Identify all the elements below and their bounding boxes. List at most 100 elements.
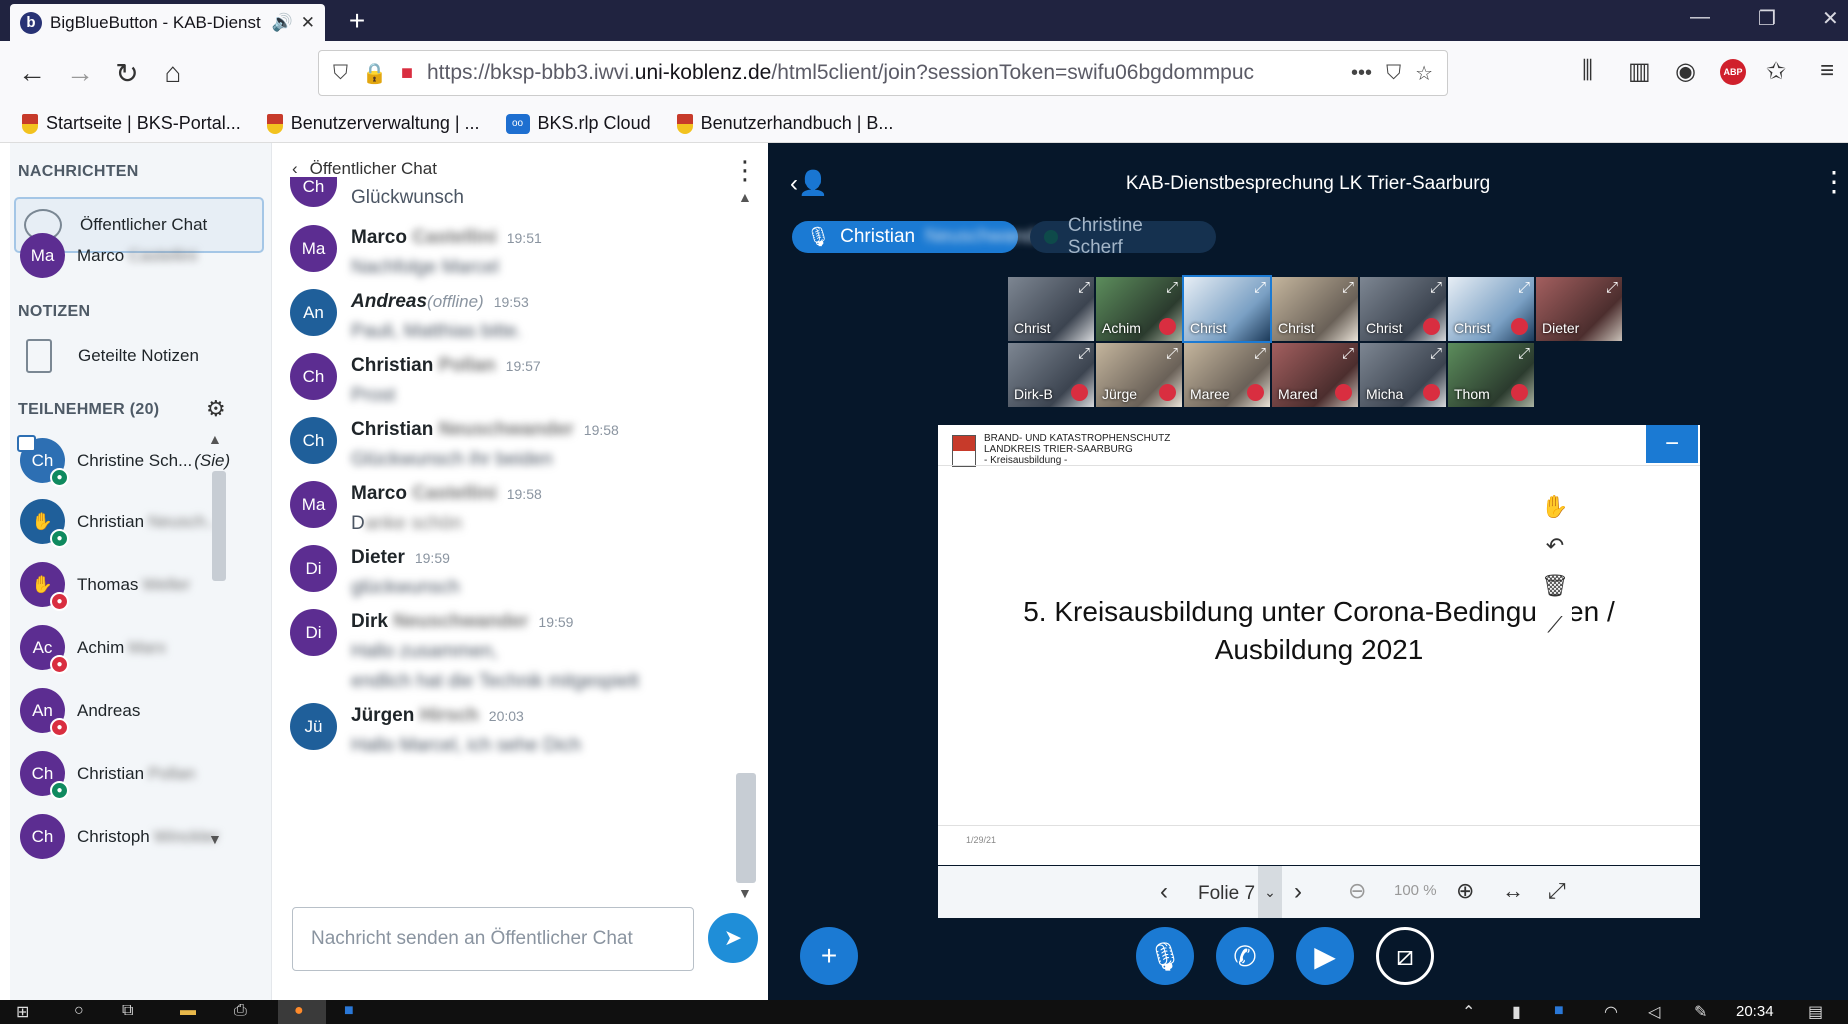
notifications-icon[interactable]: ▤ — [1808, 1002, 1823, 1022]
tracking-shield-icon[interactable]: ⛉ — [333, 62, 348, 85]
search-icon[interactable]: ○ — [74, 1002, 84, 1020]
bookmark-benutzerverwaltung[interactable]: Benutzerverwaltung | ... — [266, 113, 480, 134]
scroll-up-icon[interactable]: ▲ — [208, 431, 222, 447]
close-window-icon[interactable]: ✕ — [1822, 6, 1839, 31]
page-actions-icon[interactable]: ••• — [1351, 62, 1372, 85]
printer-icon[interactable]: ⎙ — [234, 1002, 247, 1020]
chat-message-input[interactable]: Nachricht senden an Öffentlicher Chat — [292, 907, 694, 971]
chevron-left-icon[interactable]: ‹ — [292, 159, 298, 179]
back-icon[interactable]: ← — [12, 53, 52, 93]
webcam-tile[interactable]: ⤢ Mared — [1272, 343, 1358, 407]
outlook-tray-icon[interactable]: ■ — [1554, 1002, 1564, 1020]
zoom-out-icon[interactable]: ⊖ — [1348, 878, 1366, 904]
browser-tab[interactable]: b BigBlueButton - KAB-Dienst 🔊 ✕ — [10, 4, 325, 41]
sidebar-icon[interactable]: ▥ — [1628, 57, 1651, 86]
firefox-taskbar-button[interactable]: ● — [278, 1000, 326, 1024]
participant-item[interactable]: Ac ● Achim Marx — [20, 625, 166, 674]
webcam-tile[interactable]: ⤢ Achim — [1096, 277, 1182, 341]
outlook-icon[interactable]: ■ — [344, 1002, 354, 1020]
file-explorer-icon[interactable]: ▬ — [180, 1002, 196, 1020]
chat-scrollbar[interactable] — [736, 773, 756, 883]
minimize-icon[interactable]: — — [1690, 6, 1710, 29]
participant-item[interactable]: An ● Andreas — [20, 688, 140, 737]
pen-icon[interactable]: ✎ — [1694, 1002, 1707, 1022]
webcam-tile[interactable]: ⤢ Dirk-B — [1008, 343, 1094, 407]
minimize-presentation-button[interactable]: − — [1646, 425, 1698, 463]
fullscreen-icon[interactable]: ⤢ — [1342, 345, 1354, 362]
screenshare-button[interactable]: ⧄ — [1376, 927, 1434, 985]
fullscreen-icon[interactable]: ⤢ — [1078, 279, 1090, 296]
webcam-tile[interactable]: ⤢ Christ — [1182, 275, 1272, 343]
multiuser-whiteboard-icon[interactable]: ⟋ — [1547, 612, 1562, 638]
webcam-tile[interactable]: ⤢ Dieter — [1536, 277, 1622, 341]
close-tab-icon[interactable]: ✕ — [301, 13, 315, 33]
chat-options-icon[interactable]: ⋮ — [732, 155, 758, 186]
bookmark-startseite[interactable]: Startseite | BKS-Portal... — [22, 113, 241, 134]
fullscreen-icon[interactable]: ⤢ — [1254, 345, 1266, 362]
actions-plus-button[interactable]: + — [800, 927, 858, 985]
adblock-icon[interactable]: ABP — [1720, 59, 1746, 85]
lock-icon[interactable]: 🔒 — [362, 61, 387, 86]
bookmark-cloud[interactable]: oo BKS.rlp Cloud — [505, 113, 651, 134]
previous-slide-icon[interactable]: ‹ — [1160, 878, 1168, 906]
reload-icon[interactable]: ↻ — [107, 53, 147, 93]
webcam-tile[interactable]: ⤢ Christ — [1272, 277, 1358, 341]
scroll-down-icon[interactable]: ▼ — [738, 885, 752, 901]
webcam-tile[interactable]: ⤢ Maree — [1184, 343, 1270, 407]
account-icon[interactable]: ◉ — [1675, 57, 1696, 86]
send-message-button[interactable]: ➤ — [708, 913, 758, 963]
trash-icon[interactable]: 🗑 — [1541, 573, 1569, 599]
forward-icon[interactable]: → — [60, 53, 100, 93]
menu-icon[interactable]: ≡ — [1820, 57, 1834, 85]
zoom-in-icon[interactable]: ⊕ — [1456, 878, 1474, 904]
gear-icon[interactable]: ⚙ — [206, 396, 226, 422]
scroll-down-icon[interactable]: ▼ — [208, 831, 222, 847]
participant-item[interactable]: ✋ ● Christian Neusch... — [20, 499, 220, 548]
participants-scrollbar[interactable] — [212, 471, 226, 581]
wifi-icon[interactable]: ◠ — [1604, 1002, 1618, 1022]
webcam-button[interactable]: ▶ — [1296, 927, 1354, 985]
chat-header[interactable]: ‹ Öffentlicher Chat — [292, 159, 437, 179]
participant-item[interactable]: Ch ● Christian Pollan — [20, 751, 195, 800]
undo-icon[interactable]: ↶ — [1546, 533, 1564, 559]
fullscreen-icon[interactable]: ⤢ — [1548, 878, 1566, 904]
fullscreen-icon[interactable]: ⤢ — [1430, 279, 1442, 296]
talking-indicator[interactable]: Christine Scherf — [1030, 215, 1216, 258]
private-chat-item[interactable]: Ma Marco Castellini — [20, 233, 197, 278]
webcam-tile[interactable]: ⤢ Christ — [1448, 277, 1534, 341]
fullscreen-icon[interactable]: ⤢ — [1078, 345, 1090, 362]
speaker-icon[interactable]: 🔊 — [272, 13, 293, 33]
shared-notes-item[interactable]: Geteilte Notizen — [14, 339, 199, 373]
webcam-tile[interactable]: ⤢ Christ — [1360, 277, 1446, 341]
webcam-tile[interactable]: ⤢ Thom — [1448, 343, 1534, 407]
fullscreen-icon[interactable]: ⤢ — [1518, 279, 1530, 296]
next-slide-icon[interactable]: › — [1294, 878, 1302, 906]
fullscreen-icon[interactable]: ⤢ — [1166, 279, 1178, 296]
webcam-tile[interactable]: ⤢ Micha — [1360, 343, 1446, 407]
extensions-icon[interactable]: ✩ — [1766, 57, 1786, 86]
participant-item[interactable]: Ch Christoph Winckler — [20, 814, 219, 859]
fullscreen-icon[interactable]: ⤢ — [1342, 279, 1354, 296]
mute-button[interactable]: 🎙 — [1136, 927, 1194, 985]
volume-icon[interactable]: ◁ — [1648, 1002, 1660, 1022]
fullscreen-icon[interactable]: ⤢ — [1254, 279, 1266, 296]
library-icon[interactable]: ⫼ — [1582, 57, 1593, 85]
url-text[interactable]: https://bksp-bbb3.iwvi.uni-koblenz.de/ht… — [427, 61, 1337, 85]
fullscreen-icon[interactable]: ⤢ — [1518, 345, 1530, 362]
hand-pan-icon[interactable]: ✋ — [1541, 494, 1568, 520]
webcam-tile[interactable]: ⤢ Jürge — [1096, 343, 1182, 407]
fit-width-icon[interactable]: ↔ — [1502, 878, 1524, 904]
bookmark-star-icon[interactable]: ☆ — [1415, 61, 1433, 86]
bookmark-benutzerhandbuch[interactable]: Benutzerhandbuch | B... — [676, 113, 893, 134]
new-tab-button[interactable]: + — [340, 4, 374, 38]
participant-item[interactable]: ✋ ● Thomas Weller — [20, 562, 190, 611]
url-bar[interactable]: ⛉ 🔒 ■ https://bksp-bbb3.iwvi.uni-koblenz… — [318, 50, 1448, 96]
options-menu-icon[interactable]: ⋮ — [1820, 165, 1848, 198]
pocket-icon[interactable]: ⛉ — [1386, 62, 1401, 85]
talking-indicator[interactable]: 🎙 Christian Neuschwander — [792, 221, 1052, 253]
windows-start-icon[interactable]: ⊞ — [16, 1002, 29, 1022]
chevron-down-icon[interactable]: ⌄ — [1258, 866, 1282, 918]
participant-item[interactable]: Ch ● Christine Sch... (Sie) — [17, 435, 230, 487]
task-view-icon[interactable]: ⧉ — [122, 1002, 133, 1020]
scroll-up-icon[interactable]: ▲ — [738, 189, 752, 205]
